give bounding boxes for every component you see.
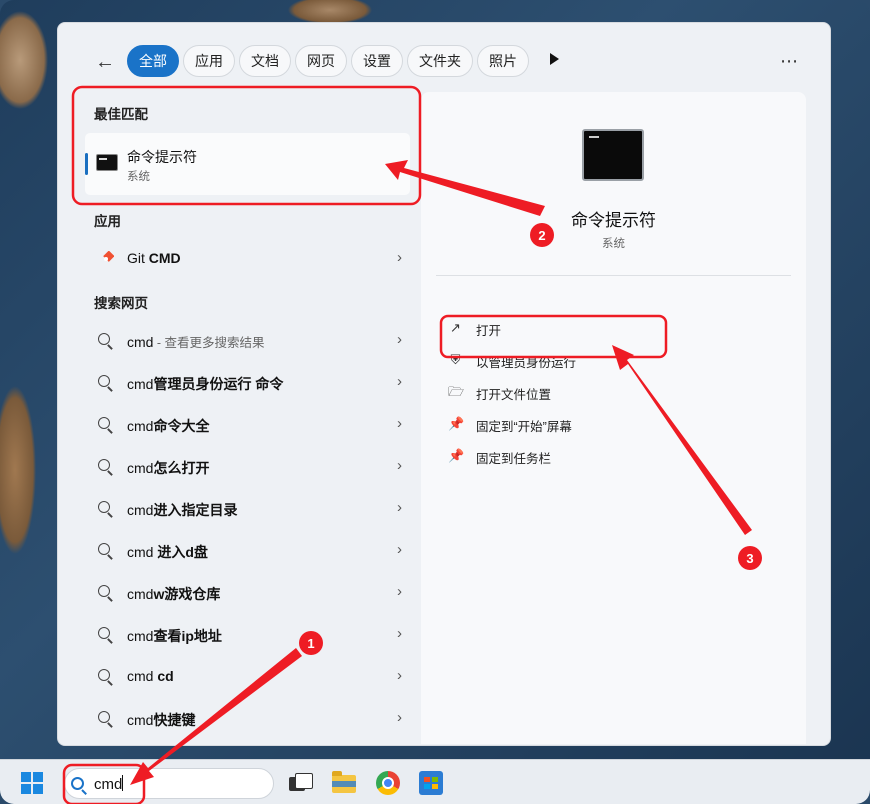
best-match-heading: 最佳匹配 [94,107,148,122]
web-search-item[interactable]: cmd 进入d盘 › [85,531,410,571]
query-suggestion: 命令大全 [153,418,210,434]
query-prefix: cmd [127,544,158,560]
git-icon [103,251,114,262]
search-panel: ← 全部 应用 文档 网页 设置 文件夹 照片 ⋯ 最佳匹配 命令提示符 系统 应用 Git… [57,22,831,746]
folder-icon: 🗁 [448,384,465,399]
query-suggestion: 进入d盘 [157,544,208,560]
best-match-name: 命令提示符 [127,149,197,165]
query-prefix: cmd [127,628,154,644]
divider [436,275,791,276]
query-prefix: cmd [127,460,154,476]
action-label: 以管理员身份运行 [476,356,577,370]
query-suggestion: w游戏仓库 [153,586,221,602]
web-search-item[interactable]: cmd - 查看更多搜索结果 › [85,321,410,361]
query-prefix: cmd [127,668,158,684]
query-suggestion: cd [157,668,174,684]
web-search-item[interactable]: cmd命令大全 › [85,405,410,445]
detail-pane: 命令提示符 系统 ↗ 打开 ⛨ 以管理员身份运行 🗁 打开文件位置 📌 固定到“开始”屏幕 📌 固… [421,92,806,744]
chevron-right-icon[interactable]: › [397,625,402,642]
shield-icon: ⛨ [450,352,461,367]
chevron-right-icon[interactable]: › [397,373,402,390]
apps-heading: 应用 [94,214,121,229]
search-icon [98,501,110,513]
detail-subtitle: 系统 [602,238,625,250]
search-icon [98,333,110,345]
search-icon [98,375,110,387]
tab-6[interactable]: 照片 [477,45,529,77]
pin-icon: 📌 [448,448,465,463]
selection-indicator [85,153,88,175]
search-icon [98,585,110,597]
query-suggestion: 怎么打开 [153,460,210,476]
chevron-right-icon[interactable]: › [397,667,402,684]
query-prefix: cmd [127,376,154,392]
search-icon [98,459,110,471]
taskbar: cmd [0,759,870,804]
chrome-icon[interactable] [376,771,400,795]
chevron-right-icon[interactable]: › [397,457,402,474]
open-external-icon: ↗ [450,320,461,335]
windows-start-icon[interactable] [21,772,43,794]
query-prefix: cmd [127,586,154,602]
app-name: Git [127,250,149,266]
chevron-right-icon[interactable]: › [397,709,402,726]
query-suggestion: 进入指定目录 [153,502,238,518]
taskbar-search-input[interactable]: cmd [64,768,274,799]
chevron-right-icon[interactable]: › [397,499,402,516]
pin-icon: 📌 [448,416,465,431]
action-label: 打开文件位置 [476,388,552,402]
action-label: 固定到任务栏 [476,452,552,466]
search-icon [71,777,84,790]
best-match-subtitle: 系统 [127,171,150,183]
query-suggestion: 查看ip地址 [153,628,222,644]
results-list: 最佳匹配 命令提示符 系统 应用 Git CMD › 搜索网页 cmd - 查看更… [58,23,420,747]
web-search-item[interactable]: cmd管理员身份运行 命令 › [85,363,410,403]
command-prompt-large-icon [582,129,644,181]
chevron-right-icon[interactable]: › [397,415,402,432]
search-icon [98,417,110,429]
search-query-text: cmd [94,776,123,793]
search-icon [98,711,110,723]
action-label: 固定到“开始”屏幕 [476,420,572,434]
query-prefix: cmd [127,502,154,518]
web-search-item[interactable]: cmd快捷键 › [85,699,410,739]
query-prefix: cmd [127,334,154,350]
query-hint: - 查看更多搜索结果 [153,336,265,350]
app-result-item[interactable]: Git CMD › [85,239,410,279]
web-search-item[interactable]: cmd查看ip地址 › [85,615,410,655]
chevron-right-icon[interactable]: › [397,583,402,600]
query-suggestion: 管理员身份运行 命令 [153,376,284,392]
action-label: 打开 [476,324,502,338]
web-search-item[interactable]: cmd cd › [85,657,410,697]
web-search-item[interactable]: cmdw游戏仓库 › [85,573,410,613]
web-search-item[interactable]: cmd进入指定目录 › [85,489,410,529]
more-filters-arrow-icon[interactable] [550,53,559,65]
query-prefix: cmd [127,418,154,434]
search-icon [98,627,110,639]
task-view-icon[interactable] [289,771,313,795]
search-icon [98,669,110,681]
chevron-right-icon[interactable]: › [397,249,402,266]
command-prompt-icon [96,154,118,171]
query-suggestion: 快捷键 [153,712,196,728]
more-options-icon[interactable]: ⋯ [780,47,799,75]
best-match-card[interactable]: 命令提示符 系统 [85,133,410,195]
chevron-right-icon[interactable]: › [397,331,402,348]
query-prefix: cmd [127,712,154,728]
chevron-right-icon[interactable]: › [397,541,402,558]
search-icon [98,543,110,555]
store-icon[interactable] [419,771,443,795]
file-explorer-icon[interactable] [332,771,356,793]
app-name-bold: CMD [148,250,181,266]
web-search-item[interactable]: cmd怎么打开 › [85,447,410,487]
detail-title: 命令提示符 [571,211,656,230]
web-search-heading: 搜索网页 [94,296,148,311]
